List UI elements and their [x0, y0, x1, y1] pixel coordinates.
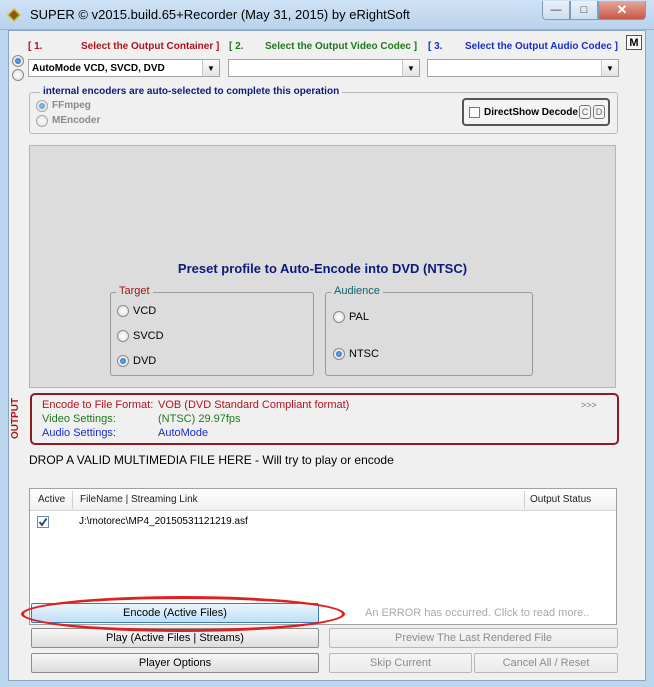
step1-number: [ 1.: [28, 41, 43, 52]
highlight-oval: [21, 596, 345, 632]
format-value: VOB (DVD Standard Compliant format): [158, 399, 350, 411]
encoders-legend: internal encoders are auto-selected to c…: [40, 86, 343, 97]
skip-current-button[interactable]: Skip Current: [329, 653, 472, 673]
output-container-value: AutoMode VCD, SVCD, DVD: [32, 62, 165, 74]
player-options-button[interactable]: Player Options: [31, 653, 319, 673]
title-bar[interactable]: SUPER © v2015.build.65+Recorder (May 31,…: [0, 0, 654, 30]
row-active-checkbox[interactable]: [37, 516, 49, 528]
step2-label: Select the Output Video Codec ]: [265, 41, 418, 52]
audio-settings-value: AutoMode: [158, 427, 209, 439]
directshow-label: DirectShow Decode: [484, 107, 578, 118]
d-badge[interactable]: D: [593, 105, 605, 119]
chevron-down-icon[interactable]: ▼: [601, 60, 618, 76]
audience-pal-radio[interactable]: [333, 311, 345, 323]
target-svcd-radio[interactable]: [117, 330, 129, 342]
main-client-area: [ 1. Select the Output Container ] [ 2. …: [8, 30, 646, 681]
preview-button[interactable]: Preview The Last Rendered File: [329, 628, 618, 648]
row-filename: J:\motorec\MP4_20150531121219.asf: [79, 516, 248, 527]
target-dvd-label: DVD: [133, 355, 157, 367]
col-status[interactable]: Output Status: [530, 494, 591, 505]
audio-settings-label: Audio Settings:: [42, 427, 116, 439]
directshow-box: DirectShow Decode C D: [462, 98, 610, 126]
more-arrows[interactable]: >>>: [581, 400, 597, 410]
drop-hint: DROP A VALID MULTIMEDIA FILE HERE - Will…: [29, 453, 394, 467]
audience-pal-label: PAL: [349, 311, 369, 323]
step1-label: Select the Output Container ]: [81, 41, 220, 52]
chevron-down-icon[interactable]: ▼: [202, 60, 219, 76]
target-svcd-label: SVCD: [133, 330, 164, 342]
target-vcd-label: VCD: [133, 305, 157, 317]
step3-label: Select the Output Audio Codec ]: [465, 41, 618, 52]
directshow-checkbox[interactable]: [469, 107, 480, 118]
preset-panel: Preset profile to Auto-Encode into DVD (…: [29, 145, 616, 388]
ffmpeg-radio[interactable]: [36, 100, 48, 112]
col-active[interactable]: Active: [38, 494, 65, 505]
output-side-label: OUTPUT: [10, 397, 22, 439]
c-badge[interactable]: C: [579, 105, 591, 119]
check-icon: [38, 517, 48, 527]
video-settings-value: (NTSC) 29.97fps: [158, 413, 241, 425]
col-filename[interactable]: FileName | Streaming Link: [80, 494, 198, 505]
mencoder-radio[interactable]: [36, 115, 48, 127]
audience-ntsc-label: NTSC: [349, 348, 379, 360]
step2-number: [ 2.: [229, 41, 244, 52]
target-legend: Target: [116, 285, 153, 297]
close-button[interactable]: ✕: [598, 1, 646, 20]
audience-ntsc-radio[interactable]: [333, 348, 345, 360]
window-title: SUPER © v2015.build.65+Recorder (May 31,…: [30, 7, 410, 22]
preset-title: Preset profile to Auto-Encode into DVD (…: [177, 261, 468, 276]
mode-radio-auto[interactable]: [12, 55, 24, 67]
output-settings-panel[interactable]: Encode to File Format: VOB (DVD Standard…: [30, 393, 619, 445]
output-audio-codec-select[interactable]: ▼: [427, 59, 619, 77]
m-badge[interactable]: M: [626, 35, 642, 50]
output-container-select[interactable]: AutoMode VCD, SVCD, DVD ▼: [28, 59, 220, 77]
error-link[interactable]: An ERROR has occurred. Click to read mor…: [365, 607, 589, 619]
audience-group: [325, 292, 533, 376]
ffmpeg-label: FFmpeg: [52, 100, 91, 111]
video-settings-label: Video Settings:: [42, 413, 116, 425]
table-row[interactable]: J:\motorec\MP4_20150531121219.asf: [30, 514, 616, 530]
col-divider: [524, 491, 525, 509]
maximize-button[interactable]: □: [570, 1, 598, 20]
chevron-down-icon[interactable]: ▼: [402, 60, 419, 76]
output-video-codec-select[interactable]: ▼: [228, 59, 420, 77]
cancel-reset-button[interactable]: Cancel All / Reset: [474, 653, 618, 673]
mode-radio-manual[interactable]: [12, 69, 24, 81]
col-divider: [72, 491, 73, 509]
mencoder-label: MEncoder: [52, 115, 101, 126]
audience-legend: Audience: [331, 285, 383, 297]
app-icon: [7, 8, 21, 22]
target-dvd-radio[interactable]: [117, 355, 129, 367]
format-label: Encode to File Format:: [42, 399, 154, 411]
output-side-label-wrap: OUTPUT: [9, 393, 23, 443]
target-vcd-radio[interactable]: [117, 305, 129, 317]
minimize-button[interactable]: —: [542, 1, 570, 20]
step3-number: [ 3.: [428, 41, 443, 52]
